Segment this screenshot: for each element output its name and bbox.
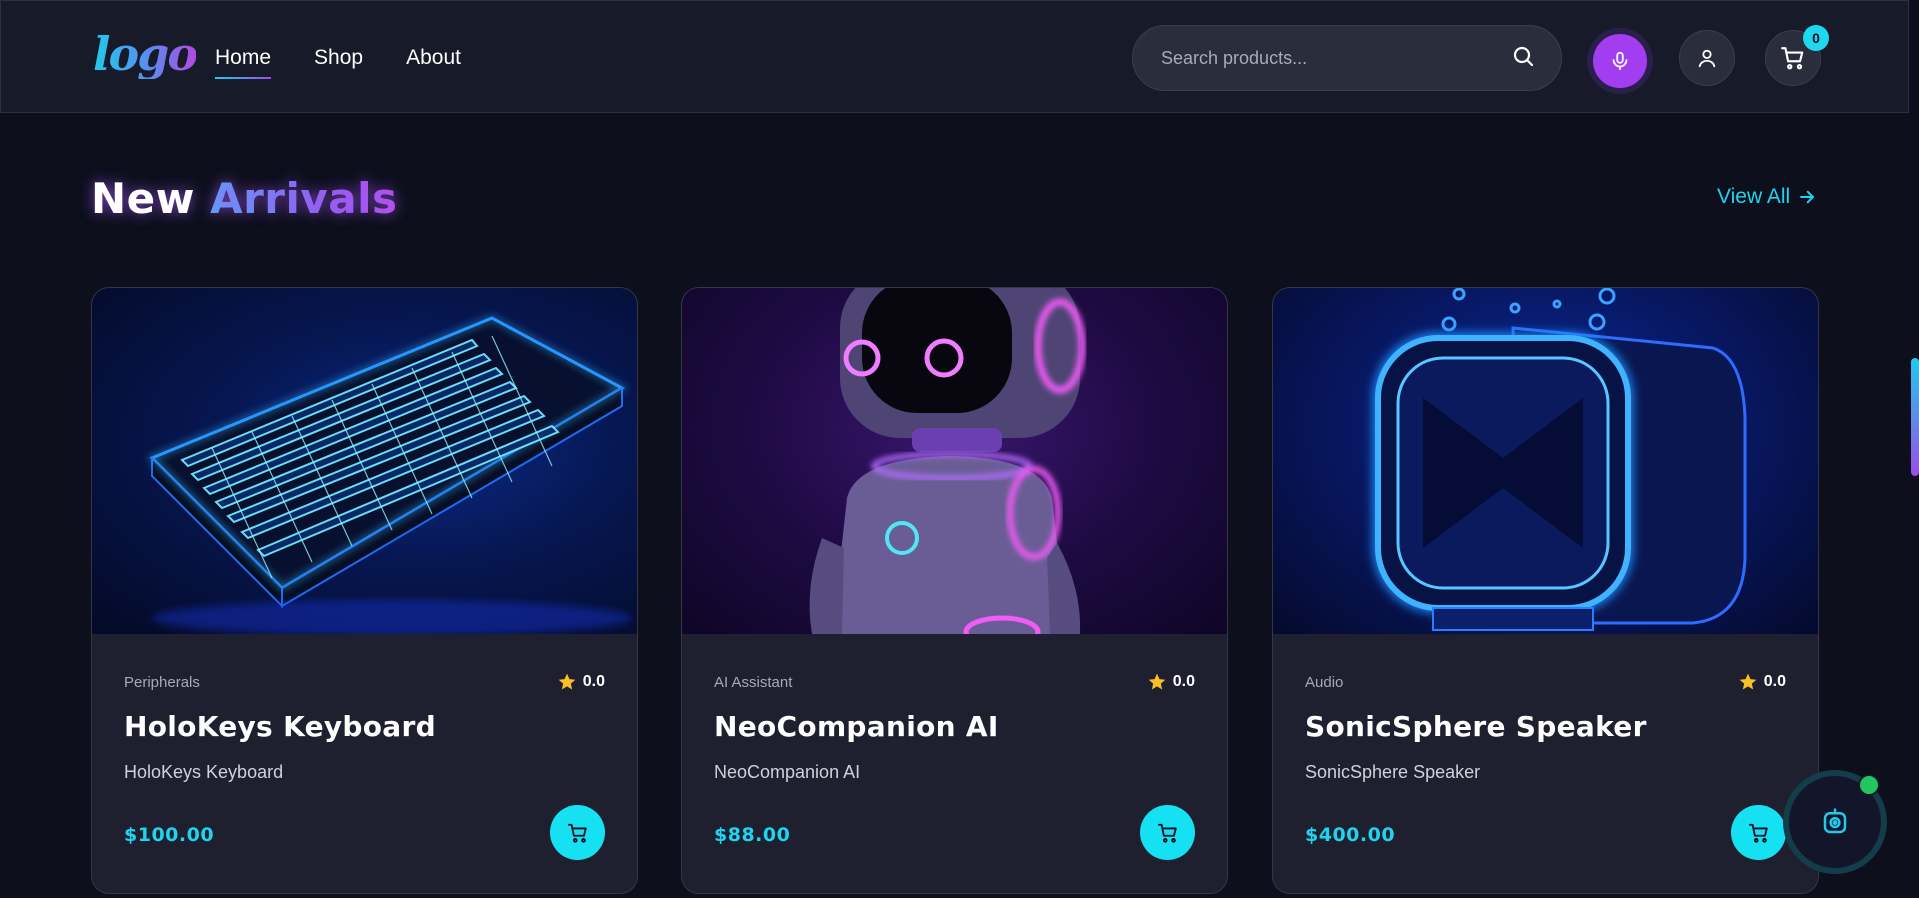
product-info: Peripherals 0.0 HoloKeys Keyboard HoloKe… bbox=[92, 634, 637, 893]
scrollbar-thumb[interactable] bbox=[1911, 358, 1919, 476]
main-nav: Home Shop About bbox=[215, 44, 461, 79]
product-description: SonicSphere Speaker bbox=[1305, 762, 1481, 782]
add-to-cart-button[interactable] bbox=[1731, 805, 1786, 860]
product-name[interactable]: NeoCompanion AI bbox=[714, 710, 999, 743]
product-price: $400.00 bbox=[1305, 824, 1396, 846]
search-input[interactable] bbox=[1161, 47, 1511, 69]
product-rating: 0.0 bbox=[1147, 672, 1195, 692]
arrow-right-icon bbox=[1800, 190, 1815, 204]
product-name[interactable]: SonicSphere Speaker bbox=[1305, 710, 1647, 743]
section-title-accent: Arrivals bbox=[210, 174, 398, 223]
product-image-keyboard[interactable] bbox=[92, 288, 637, 634]
product-description: NeoCompanion AI bbox=[714, 762, 861, 782]
online-status-indicator bbox=[1858, 774, 1880, 796]
cart-button[interactable]: 0 bbox=[1765, 25, 1829, 86]
logo[interactable]: logo bbox=[93, 29, 198, 79]
product-info: AI Assistant 0.0 NeoCompanion AI NeoComp… bbox=[682, 634, 1227, 893]
nav-shop[interactable]: Shop bbox=[314, 44, 363, 72]
add-to-cart-button[interactable] bbox=[550, 805, 605, 860]
section-title-main: New bbox=[91, 174, 195, 223]
account-button[interactable] bbox=[1679, 30, 1735, 86]
cart-icon bbox=[567, 823, 587, 843]
voice-search-button[interactable] bbox=[1587, 28, 1653, 94]
microphone-icon bbox=[1612, 51, 1628, 71]
robot-icon bbox=[1823, 808, 1847, 834]
product-card[interactable]: Peripherals 0.0 HoloKeys Keyboard HoloKe… bbox=[91, 287, 638, 894]
add-to-cart-button[interactable] bbox=[1140, 805, 1195, 860]
product-category: Audio bbox=[1305, 674, 1344, 691]
product-price: $100.00 bbox=[124, 824, 215, 846]
search-icon[interactable] bbox=[1511, 44, 1535, 73]
product-description: HoloKeys Keyboard bbox=[124, 762, 284, 782]
rating-value: 0.0 bbox=[1172, 673, 1195, 690]
product-image-speaker[interactable] bbox=[1273, 288, 1818, 634]
product-category: AI Assistant bbox=[714, 674, 793, 691]
search-bar bbox=[1132, 25, 1562, 91]
cart-count-badge: 0 bbox=[1803, 25, 1829, 51]
product-name[interactable]: HoloKeys Keyboard bbox=[124, 710, 436, 743]
view-all-link[interactable]: View All bbox=[1717, 185, 1816, 209]
star-icon bbox=[1148, 673, 1166, 690]
star-icon bbox=[1739, 673, 1757, 690]
nav-about[interactable]: About bbox=[406, 44, 461, 72]
cart-icon bbox=[1748, 823, 1768, 843]
star-icon bbox=[558, 673, 576, 690]
nav-home[interactable]: Home bbox=[215, 44, 272, 79]
section-title: New Arrivals bbox=[91, 171, 398, 227]
site-header: logo Home Shop About 0 bbox=[0, 0, 1909, 113]
cart-icon bbox=[1157, 823, 1177, 843]
product-price: $88.00 bbox=[714, 824, 791, 846]
user-icon bbox=[1698, 49, 1716, 68]
product-card[interactable]: Audio 0.0 SonicSphere Speaker SonicSpher… bbox=[1272, 287, 1819, 894]
product-info: Audio 0.0 SonicSphere Speaker SonicSpher… bbox=[1273, 634, 1818, 893]
product-category: Peripherals bbox=[124, 674, 200, 691]
product-rating: 0.0 bbox=[557, 672, 605, 692]
cart-icon bbox=[1781, 47, 1804, 70]
rating-value: 0.0 bbox=[582, 673, 605, 690]
product-rating: 0.0 bbox=[1738, 672, 1786, 692]
product-card[interactable]: AI Assistant 0.0 NeoCompanion AI NeoComp… bbox=[681, 287, 1228, 894]
rating-value: 0.0 bbox=[1763, 673, 1786, 690]
product-image-robot[interactable] bbox=[682, 288, 1227, 634]
view-all-label: View All bbox=[1717, 185, 1791, 208]
